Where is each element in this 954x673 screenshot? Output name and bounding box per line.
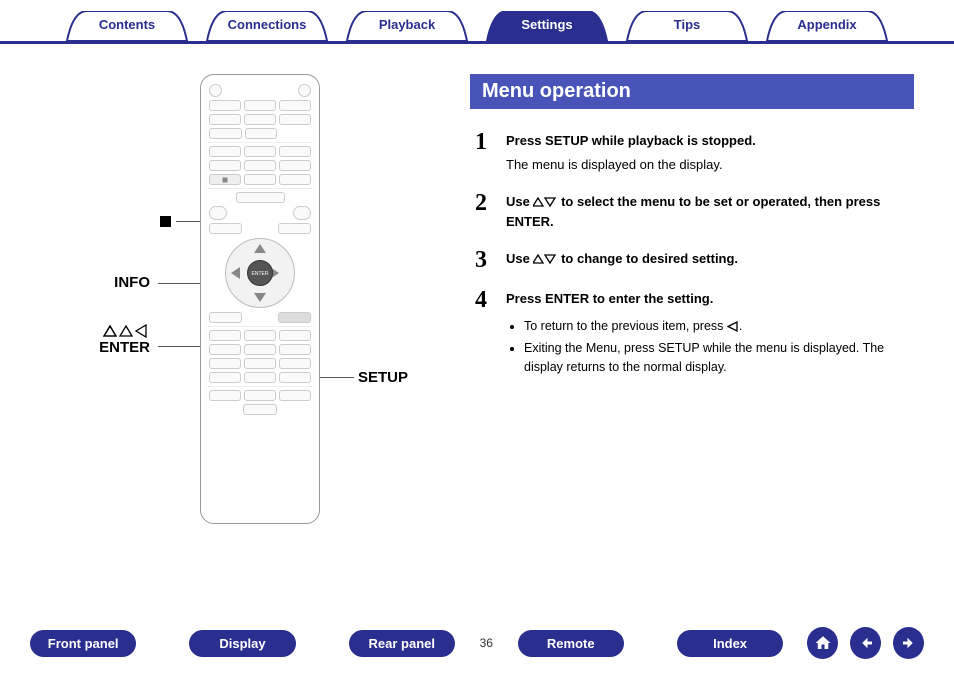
- step-text: Press SETUP while playback is stopped.: [506, 131, 914, 151]
- section-title: Menu operation: [470, 74, 914, 109]
- front-panel-button[interactable]: Front panel: [30, 630, 136, 657]
- step-bullets: To return to the previous item, press . …: [524, 317, 914, 377]
- enter-label-group: ENTER: [99, 324, 150, 358]
- dpad-down-icon: [254, 293, 266, 302]
- stop-icon: [160, 216, 171, 227]
- step-number: 2: [470, 192, 492, 214]
- tab-label: Contents: [99, 17, 155, 32]
- text-fragment: Use: [506, 194, 533, 209]
- step-sub: The menu is displayed on the display.: [506, 155, 914, 175]
- remote-diagram-area: INFO ENTER SETUP: [30, 74, 450, 524]
- dpad-up-icon: [254, 244, 266, 253]
- bullet-item: To return to the previous item, press .: [524, 317, 914, 336]
- dpad-left-icon: [231, 267, 240, 279]
- step-text: Press ENTER to enter the setting.: [506, 289, 914, 309]
- step-text: Use to change to desired setting.: [506, 249, 914, 269]
- info-button: [209, 206, 227, 220]
- nav-arrows-icon: [102, 324, 150, 338]
- tab-label: Tips: [674, 17, 701, 32]
- remote-control: ENTER: [200, 74, 320, 524]
- tab-label: Connections: [228, 17, 307, 32]
- step-4: 4 Press ENTER to enter the setting. To r…: [470, 289, 914, 381]
- enter-text: ENTER: [99, 339, 150, 356]
- step-3: 3 Use to change to desired setting.: [470, 249, 914, 271]
- index-button[interactable]: Index: [677, 630, 783, 657]
- text-fragment: to select the menu to be set or operated…: [506, 194, 880, 229]
- bottom-nav: Front panel Display Rear panel 36 Remote…: [0, 627, 954, 659]
- home-icon: [814, 634, 832, 652]
- text-fragment: .: [739, 319, 742, 333]
- setup-button: [278, 312, 311, 323]
- tab-tips[interactable]: Tips: [617, 11, 757, 41]
- text-fragment: To return to the previous item, press: [524, 319, 727, 333]
- text-fragment: to change to desired setting.: [557, 251, 738, 266]
- step-text: Use to select the menu to be set or oper…: [506, 192, 914, 231]
- tab-contents[interactable]: Contents: [57, 11, 197, 41]
- dpad: ENTER: [225, 238, 295, 308]
- next-page-button[interactable]: [893, 627, 924, 659]
- step-number: 4: [470, 289, 492, 311]
- tab-label: Appendix: [797, 17, 856, 32]
- tab-connections[interactable]: Connections: [197, 11, 337, 41]
- step-number: 3: [470, 249, 492, 271]
- step-1: 1 Press SETUP while playback is stopped.…: [470, 131, 914, 174]
- enter-button: ENTER: [247, 260, 273, 286]
- step-2: 2 Use to select the menu to be set or op…: [470, 192, 914, 231]
- tab-appendix[interactable]: Appendix: [757, 11, 897, 41]
- text-fragment: Use: [506, 251, 533, 266]
- callout-line: [318, 377, 354, 378]
- home-button[interactable]: [807, 627, 838, 659]
- tab-playback[interactable]: Playback: [337, 11, 477, 41]
- tab-label: Playback: [379, 17, 435, 32]
- tab-settings[interactable]: Settings: [477, 11, 617, 41]
- up-down-icon: [533, 254, 557, 265]
- rear-panel-button[interactable]: Rear panel: [349, 630, 455, 657]
- up-down-icon: [533, 197, 557, 208]
- display-button[interactable]: Display: [189, 630, 295, 657]
- arrow-right-icon: [900, 634, 918, 652]
- top-nav: Contents Connections Playback Settings T…: [0, 0, 954, 44]
- left-icon: [727, 321, 739, 332]
- instructions-area: Menu operation 1 Press SETUP while playb…: [470, 74, 924, 524]
- page-number: 36: [467, 636, 506, 650]
- bullet-item: Exiting the Menu, press SETUP while the …: [524, 339, 914, 377]
- prev-page-button[interactable]: [850, 627, 881, 659]
- step-number: 1: [470, 131, 492, 153]
- setup-label: SETUP: [358, 369, 408, 386]
- arrow-left-icon: [857, 634, 875, 652]
- stop-button: [209, 174, 241, 185]
- remote-button[interactable]: Remote: [518, 630, 624, 657]
- tab-label: Settings: [521, 17, 572, 32]
- main-content: INFO ENTER SETUP: [0, 44, 954, 524]
- info-label: INFO: [114, 274, 150, 291]
